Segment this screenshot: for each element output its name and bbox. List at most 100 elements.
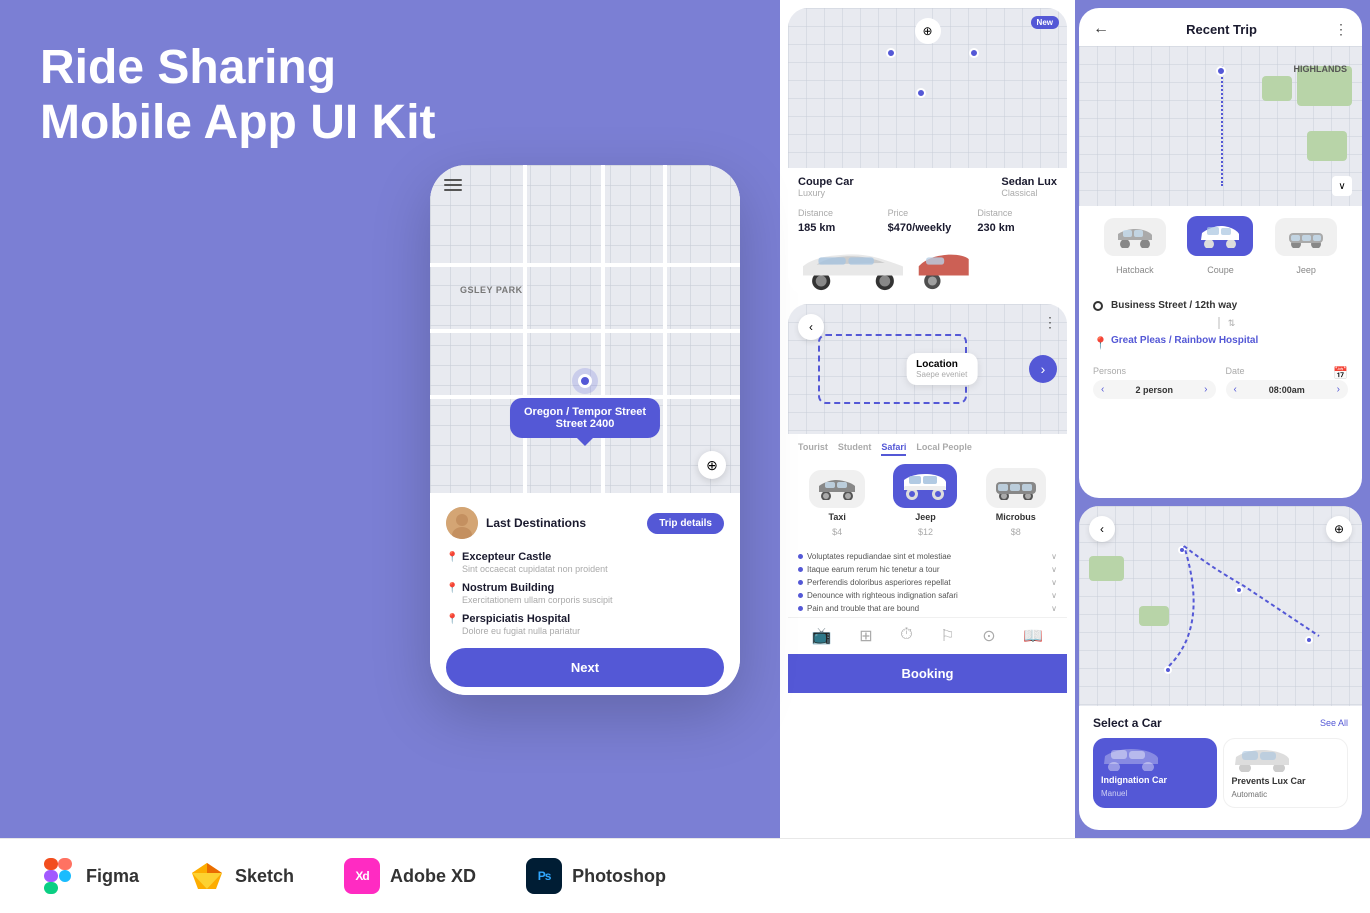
ct-hatcback-label: Hatcback <box>1116 265 1154 275</box>
nav-icon-flag[interactable]: ⚐ <box>940 626 954 646</box>
dest-name-row-1: 📍 Excepteur Castle <box>446 551 724 563</box>
dest-sub-1: Sint occaecat cupidatat non proident <box>462 564 724 574</box>
distance2-value: 230 km <box>977 222 1014 234</box>
menu-icon[interactable] <box>444 179 462 191</box>
chevron-down-5: ∨ <box>1051 604 1057 613</box>
card-locate-icon[interactable]: ⊕ <box>915 18 941 44</box>
feature-list: Voluptates repudiandae sint et molestiae… <box>788 548 1067 617</box>
ct-hatcback[interactable]: Hatcback <box>1104 218 1166 278</box>
car-option-2[interactable]: Prevents Lux Car Automatic <box>1223 738 1349 808</box>
bottom-nav: 📺 ⊞ ⏱ ⚐ ⊙ 📖 <box>788 617 1067 654</box>
car-stats-row: Distance 185 km Price $470/weekly Distan… <box>788 208 1067 236</box>
compass-icon[interactable]: ⊕ <box>698 451 726 479</box>
coupe-icon <box>1199 224 1241 248</box>
nav-icon-clock[interactable]: ⏱ <box>900 626 912 646</box>
vehicle-taxi[interactable]: Taxi $4 <box>809 470 865 540</box>
trip-details-button[interactable]: Trip details <box>647 513 724 534</box>
location-pill-sub: Saepe eveniet <box>916 370 967 379</box>
dest-item-1: 📍 Excepteur Castle Sint occaecat cupidat… <box>446 551 724 574</box>
date-arrow-right[interactable]: › <box>1337 384 1340 395</box>
road-v3 <box>663 165 667 493</box>
persons-arrow-left[interactable]: ‹ <box>1101 384 1104 395</box>
tab-student[interactable]: Student <box>838 442 872 456</box>
photoshop-label: Photoshop <box>572 866 666 887</box>
chevron-down-3: ∨ <box>1051 578 1057 587</box>
car-info-right: Sedan Lux Classical <box>1001 176 1057 198</box>
tab-tourist[interactable]: Tourist <box>798 442 828 456</box>
date-section: Date 📅 ‹ 08:00am › <box>1226 366 1349 399</box>
nav-icon-grid[interactable]: ⊞ <box>859 626 872 646</box>
nav-icon-book[interactable]: 📖 <box>1023 626 1043 646</box>
ct-coupe-label: Coupe <box>1207 265 1234 275</box>
rt-title: Recent Trip <box>1186 22 1257 37</box>
tool-figma[interactable]: Figma <box>40 858 139 894</box>
highlands-label: HIGHLANDS <box>1294 64 1348 74</box>
sketch-icon <box>189 858 225 894</box>
location-dot <box>578 374 592 388</box>
adobexd-icon: Xd <box>344 858 380 894</box>
car-option-row: Indignation Car Manuel Prevents <box>1093 738 1348 808</box>
microbus-icon-bg <box>986 468 1046 508</box>
rt-map: HIGHLANDS ∨ <box>1079 46 1362 206</box>
feature-dot-1 <box>798 554 803 559</box>
select-car-card: ‹ ⊕ Select <box>1079 506 1362 830</box>
tool-photoshop[interactable]: Ps Photoshop <box>526 858 666 894</box>
rt-map-chevron[interactable]: ∨ <box>1332 176 1352 196</box>
jeep-icon-bg <box>893 464 957 508</box>
far-right-column: ← Recent Trip ⋮ HIGHLANDS ∨ <box>1075 0 1370 838</box>
date-arrow-left[interactable]: ‹ <box>1234 384 1237 395</box>
distance2-label: Distance <box>977 208 1057 218</box>
ct-jeep[interactable]: Jeep <box>1275 218 1337 278</box>
dest-name-row-2: 📍 Nostrum Building <box>446 582 724 594</box>
feature-dot-5 <box>798 606 803 611</box>
main-container: Ride Sharing Mobile App UI Kit <box>0 0 1370 838</box>
tab-local-people[interactable]: Local People <box>916 442 972 456</box>
rt-dotted-line <box>1221 66 1223 186</box>
ct-coupe[interactable]: Coupe <box>1187 216 1253 278</box>
car-option-1-name: Indignation Car <box>1101 775 1209 785</box>
dest-pin-2: 📍 <box>446 583 456 593</box>
rt-filter-icon[interactable]: ⋮ <box>1334 21 1348 38</box>
rt-back-button[interactable]: ← <box>1093 20 1109 38</box>
vehicle-jeep[interactable]: Jeep $12 <box>893 464 957 540</box>
next-button[interactable]: Next <box>446 648 724 687</box>
persons-section: Persons ‹ 2 person › <box>1093 366 1216 399</box>
nav-icon-target[interactable]: ⊙ <box>982 626 995 646</box>
select-car-content: Select a Car See All In <box>1079 706 1362 830</box>
booking-button[interactable]: Booking <box>788 654 1067 693</box>
vehicle-microbus[interactable]: Microbus $8 <box>986 468 1046 540</box>
car-option-1-sub: Manuel <box>1101 789 1209 798</box>
menu-line3 <box>444 189 462 191</box>
distance-label: Distance <box>798 208 878 218</box>
location-card: ‹ ⋮ Location Saepe eveniet › Tourist Stu… <box>788 304 1067 830</box>
car-option-1[interactable]: Indignation Car Manuel <box>1093 738 1217 808</box>
tab-safari[interactable]: Safari <box>881 442 906 456</box>
nav-icon-tv[interactable]: 📺 <box>812 626 832 646</box>
sketch-logo-icon <box>190 861 224 891</box>
persons-selector: ‹ 2 person › <box>1093 380 1216 399</box>
taxi-icon-bg <box>809 470 865 508</box>
sketch-label: Sketch <box>235 866 294 887</box>
car-option-1-icon <box>1101 746 1161 771</box>
calendar-icon[interactable]: 📅 <box>1333 366 1348 380</box>
location-filter-icon[interactable]: ⋮ <box>1043 314 1057 331</box>
location-info-button[interactable]: › <box>1029 355 1057 383</box>
ct-coupe-bg <box>1187 216 1253 256</box>
feature-text-3: Perferendis doloribus asperiores repella… <box>807 578 951 587</box>
see-all-button[interactable]: See All <box>1320 718 1348 728</box>
tool-sketch[interactable]: Sketch <box>189 858 294 894</box>
user-row: Last Destinations Trip details <box>446 507 724 539</box>
ct-jeep-bg <box>1275 218 1337 256</box>
tool-adobexd[interactable]: Xd Adobe XD <box>344 858 476 894</box>
feature-dot-4 <box>798 593 803 598</box>
road-h1 <box>430 263 740 267</box>
car-selection-card: ⊕ New Coupe Car Luxury Sedan Lux Classic… <box>788 8 1067 296</box>
menu-line1 <box>444 179 462 181</box>
road-v1 <box>523 165 527 493</box>
chevron-down-4: ∨ <box>1051 591 1057 600</box>
green-block-2 <box>1262 76 1292 101</box>
phone-mockup: GSLEY PARK Oregon / Tempor Street Street… <box>430 165 740 695</box>
persons-arrow-right[interactable]: › <box>1204 384 1207 395</box>
feature-text-5: Pain and trouble that are bound <box>807 604 919 613</box>
car-option-2-name: Prevents Lux Car <box>1232 776 1340 786</box>
